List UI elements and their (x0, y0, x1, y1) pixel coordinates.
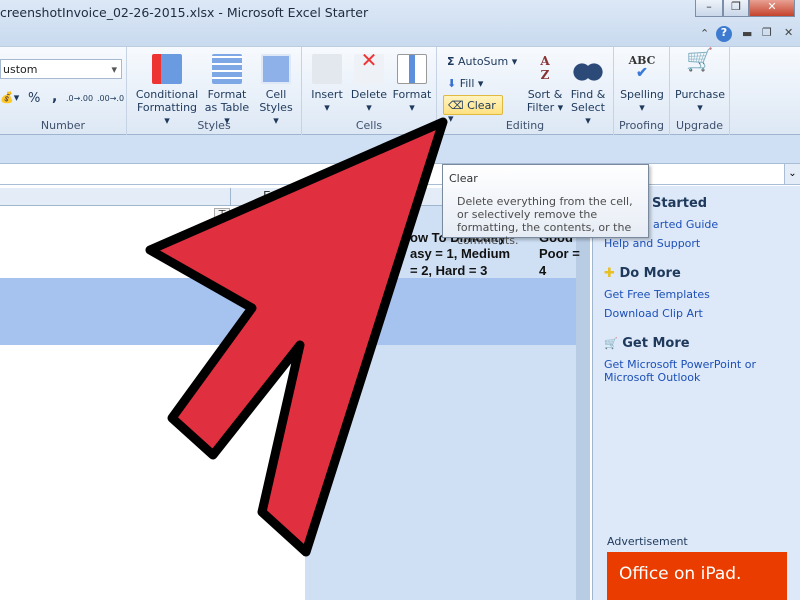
clear-tooltip: Clear Delete everything from the cell, o… (442, 164, 649, 247)
tooltip-title: Clear (449, 172, 478, 185)
arrow-shape (145, 117, 448, 557)
red-arrow-annotation (145, 117, 448, 557)
tooltip-body: Delete everything from the cell, or sele… (457, 195, 633, 247)
